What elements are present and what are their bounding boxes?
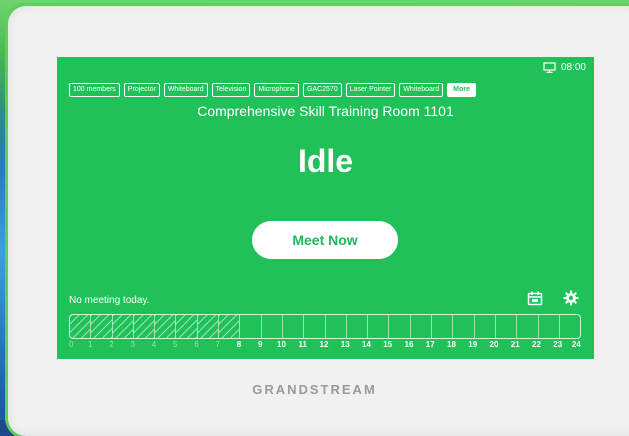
room-screen: 08:00 100 members Projector Whiteboard T… — [57, 57, 594, 359]
timeline-slot[interactable] — [219, 315, 241, 338]
tag-item: Whiteboard — [163, 83, 208, 97]
room-name: Comprehensive Skill Training Room 1101 — [197, 103, 454, 119]
timeline-slot[interactable] — [347, 315, 369, 338]
timeline-hour-label: 20 — [489, 340, 499, 349]
timeline-slot[interactable] — [475, 315, 496, 338]
timeline-hour-label: 3 — [130, 340, 135, 349]
tag-item: Television — [211, 83, 251, 97]
brand-logo: GRANDSTREAM — [252, 382, 377, 397]
timeline-hour-label: 10 — [277, 340, 286, 349]
timeline-slot[interactable] — [326, 315, 347, 338]
tag-item: GAC2570 — [302, 83, 342, 97]
timeline-hour-label: 0 — [69, 340, 74, 349]
timeline-slot[interactable] — [517, 315, 539, 338]
timeline-hour-label: 5 — [173, 340, 178, 349]
timeline-hour-label: 1 — [88, 340, 93, 349]
timeline-hour-label: 11 — [298, 340, 307, 349]
more-tags-button[interactable]: More — [447, 83, 476, 97]
timeline-hour-label: 7 — [215, 340, 220, 349]
timeline-hour-label: 4 — [151, 340, 157, 349]
status-bar: 08:00 — [543, 62, 586, 73]
timeline-slot[interactable] — [453, 315, 475, 338]
timeline-hour-label: 6 — [194, 340, 199, 349]
timeline-hours: 0 1 2 3 4 5 6 7 8 9 10 11 12 13 14 15 16 17 18 19 20 21 22 23 24 — [69, 340, 581, 350]
timeline-hour-label: 18 — [447, 340, 456, 349]
tag-item: 100 members — [69, 83, 120, 97]
timeline-hour-label: 17 — [425, 340, 435, 349]
timeline-hour-label: 9 — [258, 340, 263, 349]
timeline-slot[interactable] — [70, 315, 92, 338]
day-timeline[interactable] — [69, 314, 581, 339]
timeline-slot[interactable] — [411, 315, 433, 338]
timeline-slot[interactable] — [432, 315, 454, 338]
clock-time: 08:00 — [560, 62, 586, 73]
tag-item: Whiteboard — [399, 83, 444, 97]
room-state: Idle — [297, 143, 354, 179]
timeline-slot[interactable] — [368, 315, 390, 338]
timeline-slot[interactable] — [496, 315, 518, 338]
timeline-hour-label: 23 — [553, 340, 563, 349]
meet-now-button[interactable]: Meet Now — [252, 221, 398, 259]
timeline-slot[interactable] — [133, 315, 156, 338]
timeline-slot[interactable] — [240, 315, 262, 338]
timeline-hour-label: 22 — [532, 340, 541, 349]
timeline-slot[interactable] — [283, 315, 305, 338]
timeline-hour-label: 24 — [571, 340, 581, 349]
timeline-hour-label: 19 — [468, 340, 478, 349]
timeline-slot[interactable] — [560, 315, 580, 338]
timeline-slot[interactable] — [197, 315, 220, 338]
timeline-slot[interactable] — [176, 315, 198, 338]
schedule-text: No meeting today. — [69, 295, 150, 306]
timeline-slot[interactable] — [389, 315, 411, 338]
timeline-slot[interactable] — [304, 315, 326, 338]
timeline-hour-label: 2 — [109, 340, 114, 349]
timeline-hour-label: 21 — [510, 340, 520, 349]
tag-item: Laser Pointer — [345, 83, 396, 97]
timeline-hour-label: 14 — [362, 340, 371, 349]
room-tags: 100 members Projector Whiteboard Televis… — [69, 83, 476, 97]
timeline-slot[interactable] — [155, 315, 177, 338]
timeline-hour-label: 12 — [319, 340, 329, 349]
tag-item: Projector — [123, 83, 160, 97]
calendar-icon[interactable] — [527, 290, 543, 311]
timeline-slot[interactable] — [262, 315, 283, 338]
timeline-hour-label: 15 — [383, 340, 393, 349]
gear-icon[interactable] — [563, 290, 579, 311]
timeline-hour-label: 13 — [340, 340, 350, 349]
screen-cast-icon — [543, 62, 556, 73]
tag-item: Microphone — [254, 83, 299, 97]
timeline-slot[interactable] — [539, 315, 560, 338]
timeline-hour-label: 16 — [404, 340, 414, 349]
timeline-slot[interactable] — [91, 315, 113, 338]
timeline-slot[interactable] — [112, 315, 134, 338]
timeline-hour-label: 8 — [236, 340, 242, 349]
